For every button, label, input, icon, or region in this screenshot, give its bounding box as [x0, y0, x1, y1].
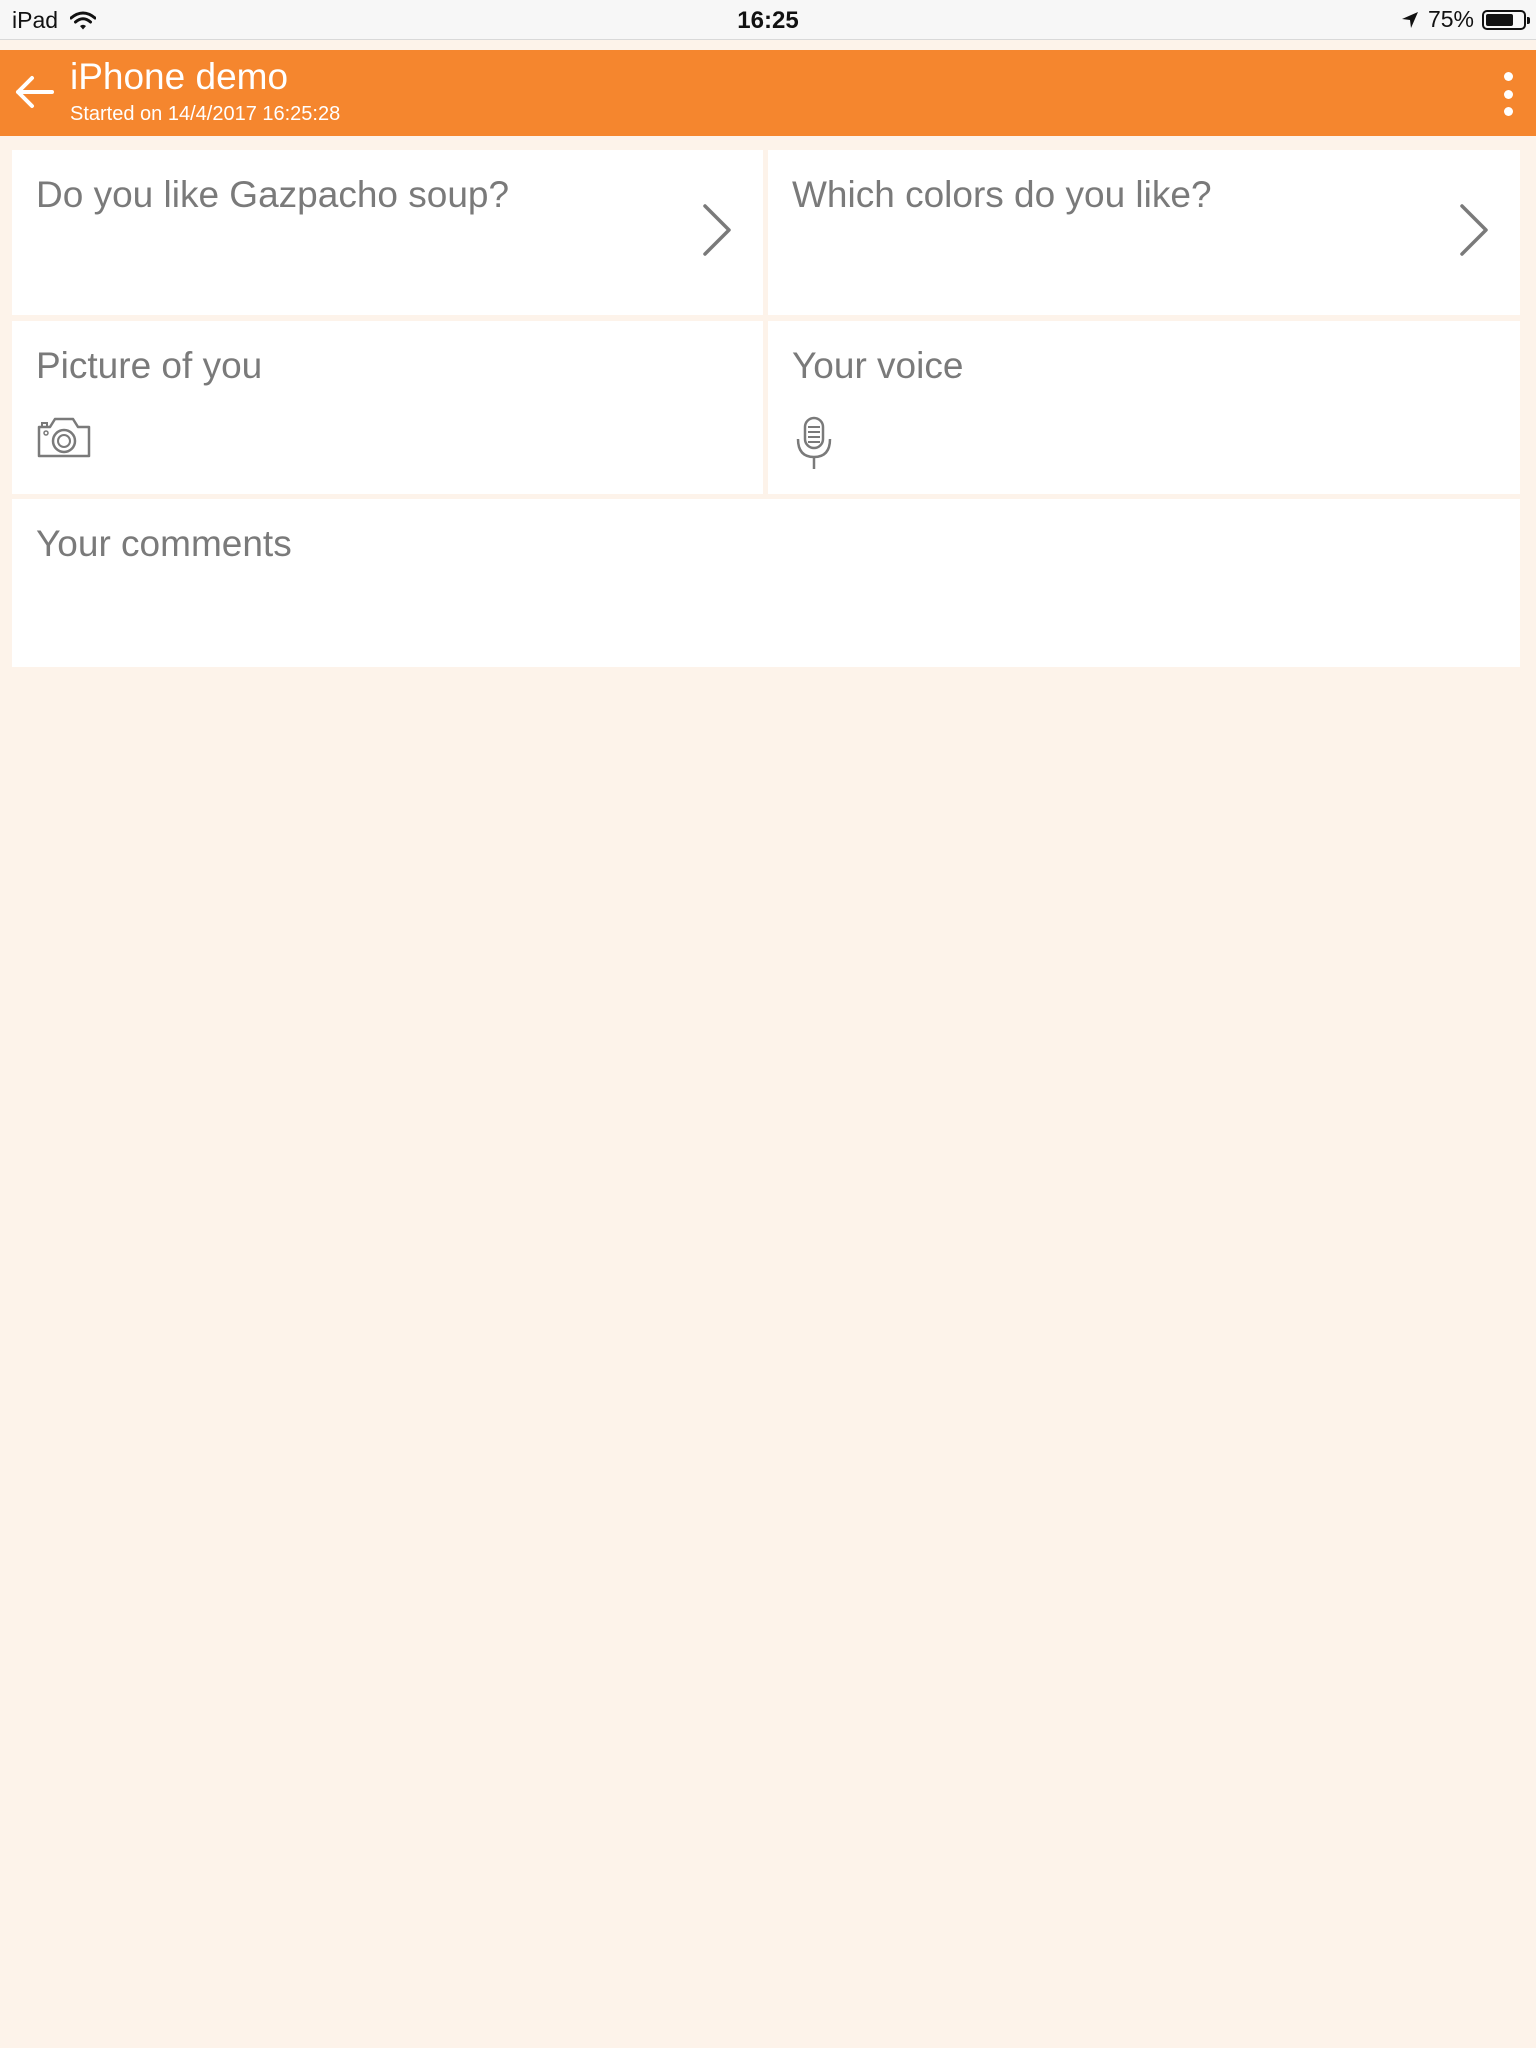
- location-arrow-icon: [1401, 11, 1418, 28]
- question-label: Do you like Gazpacho soup?: [36, 174, 510, 215]
- back-button[interactable]: [12, 70, 56, 114]
- more-options-button[interactable]: [1494, 70, 1522, 118]
- status-right: 75%: [1400, 6, 1530, 33]
- question-label: Your comments: [36, 523, 292, 564]
- app-header: iPhone demo Started on 14/4/2017 16:25:2…: [0, 50, 1536, 136]
- question-card-colors[interactable]: Which colors do you like?: [768, 150, 1520, 315]
- battery-icon: [1482, 9, 1530, 30]
- status-time: 16:25: [737, 7, 799, 34]
- battery-percent: 75%: [1427, 6, 1474, 32]
- question-label: Picture of you: [36, 345, 263, 386]
- chevron-right-icon: [1460, 204, 1488, 256]
- question-label: Your voice: [792, 345, 964, 386]
- chevron-right-icon: [703, 204, 731, 256]
- question-card-picture[interactable]: Picture of you: [12, 321, 763, 494]
- battery-fill: [1486, 13, 1513, 26]
- question-card-voice[interactable]: Your voice: [768, 321, 1520, 494]
- question-label: Which colors do you like?: [792, 174, 1212, 215]
- question-card-gazpacho[interactable]: Do you like Gazpacho soup?: [12, 150, 763, 315]
- status-bar: iPad 16:25 75%: [0, 0, 1536, 40]
- camera-icon[interactable]: [36, 415, 92, 459]
- page-title: iPhone demo: [70, 56, 289, 97]
- page-subtitle: Started on 14/4/2017 16:25:28: [70, 103, 341, 125]
- microphone-icon[interactable]: [792, 415, 836, 471]
- battery-tip: [1527, 16, 1530, 24]
- menu-dot: [1503, 107, 1513, 116]
- menu-dot: [1503, 89, 1513, 99]
- question-card-comments[interactable]: Your comments: [12, 499, 1520, 667]
- more-vertical-icon: [1503, 72, 1513, 81]
- arrow-left-icon: [16, 76, 54, 108]
